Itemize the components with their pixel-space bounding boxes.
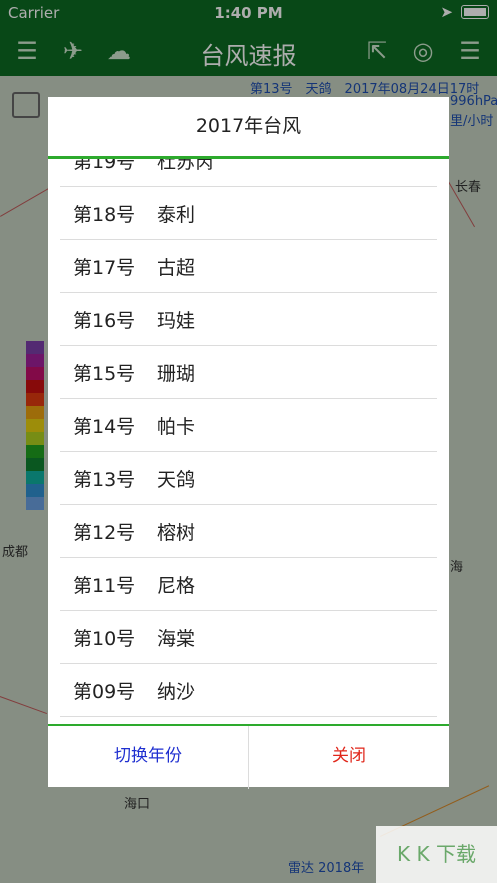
typhoon-name: 泰利 — [157, 203, 196, 226]
typhoon-number: 第14号 — [73, 415, 136, 438]
typhoon-name: 珊瑚 — [157, 362, 196, 385]
typhoon-number: 第11号 — [73, 574, 136, 597]
typhoon-list-item[interactable]: 第10号 海棠 — [60, 611, 437, 664]
typhoon-number: 第17号 — [73, 256, 136, 279]
typhoon-list-item[interactable]: 第16号 玛娃 — [60, 293, 437, 346]
typhoon-list-item[interactable]: 第09号 纳沙 — [60, 664, 437, 717]
typhoon-name: 纳沙 — [157, 680, 196, 703]
close-button[interactable]: 关闭 — [249, 726, 449, 789]
typhoon-name: 海棠 — [157, 627, 196, 650]
typhoon-list-item[interactable]: 第15号 珊瑚 — [60, 346, 437, 399]
typhoon-list-item[interactable]: 第18号 泰利 — [60, 187, 437, 240]
typhoon-year-dialog: 2017年台风 第19号 杜苏芮 第18号 泰利 第17号 古超 第16号 玛娃 第15号 珊瑚第… — [48, 97, 449, 789]
typhoon-name: 玛娃 — [157, 309, 196, 332]
typhoon-number: 第13号 — [73, 468, 136, 491]
typhoon-list-inner: 第19号 杜苏芮 第18号 泰利 第17号 古超 第16号 玛娃 第15号 珊瑚 第14号 帕卡 第13… — [48, 159, 449, 717]
typhoon-number: 第09号 — [73, 680, 136, 703]
typhoon-name: 天鸽 — [157, 468, 196, 491]
typhoon-name: 帕卡 — [157, 415, 196, 438]
typhoon-name: 榕树 — [157, 521, 196, 544]
typhoon-list-item[interactable]: 第17号 古超 — [60, 240, 437, 293]
typhoon-number: 第19号 — [73, 159, 136, 173]
typhoon-name: 古超 — [157, 256, 196, 279]
watermark-logo: K K 下载 — [376, 826, 497, 883]
typhoon-number: 第18号 — [73, 203, 136, 226]
typhoon-number: 第12号 — [73, 521, 136, 544]
dialog-title: 2017年台风 — [48, 97, 449, 159]
typhoon-list-item[interactable]: 第14号 帕卡 — [60, 399, 437, 452]
typhoon-list-item[interactable]: 第19号 杜苏芮 — [60, 159, 437, 187]
typhoon-list-item[interactable]: 第12号 榕树 — [60, 505, 437, 558]
typhoon-number: 第10号 — [73, 627, 136, 650]
typhoon-name: 尼格 — [157, 574, 196, 597]
typhoon-name: 杜苏芮 — [157, 159, 215, 173]
switch-year-button[interactable]: 切换年份 — [48, 726, 249, 789]
typhoon-list-item[interactable]: 第11号 尼格 — [60, 558, 437, 611]
dialog-footer: 切换年份 关闭 — [48, 724, 449, 789]
typhoon-number: 第15号 — [73, 362, 136, 385]
typhoon-number: 第16号 — [73, 309, 136, 332]
typhoon-list[interactable]: 第19号 杜苏芮 第18号 泰利 第17号 古超 第16号 玛娃 第15号 珊瑚 第14号 帕卡 第13… — [48, 159, 449, 724]
typhoon-list-item[interactable]: 第13号 天鸽 — [60, 452, 437, 505]
